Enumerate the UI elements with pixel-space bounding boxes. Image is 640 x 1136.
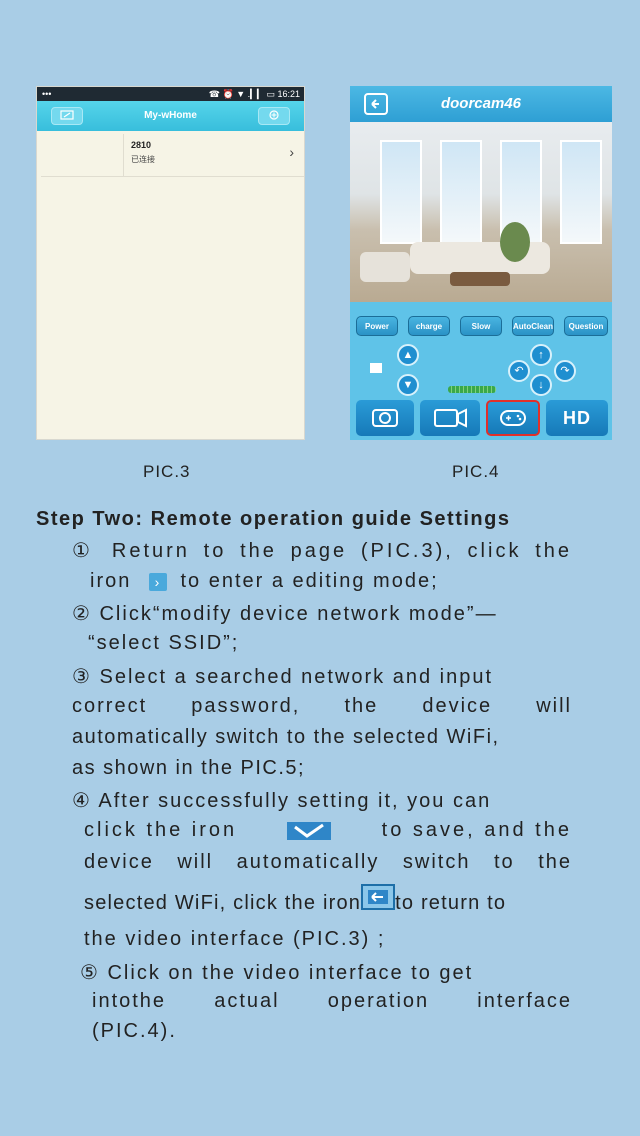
device-list-item[interactable]: 2810 已连接 ›: [41, 134, 304, 177]
status-dots: •••: [42, 89, 52, 99]
sofa-shape: [360, 252, 410, 282]
device-status: 已连接: [131, 155, 155, 164]
tilt-up-button[interactable]: ▲: [397, 344, 419, 366]
step3-line2: correct password, the device will: [72, 695, 572, 717]
step2-line1: ② Click“modify device network mode”—: [72, 603, 498, 625]
hd-label: HD: [563, 408, 591, 428]
step3-line3: automatically switch to the selected WiF…: [72, 726, 500, 748]
arrow-right-button[interactable]: ↷: [554, 360, 576, 382]
tool-power[interactable]: Power: [356, 316, 398, 336]
tool-charge[interactable]: charge: [408, 316, 450, 336]
step4-text-a: click the iron: [84, 819, 238, 841]
app-title-bar: My-wHome: [37, 101, 304, 131]
gamepad-icon: [500, 410, 526, 426]
window-shape: [380, 140, 422, 244]
chevron-right-icon: ›: [148, 572, 167, 591]
step4-text-c: selected WiFi, click the iron: [84, 892, 362, 914]
camera-video-feed: [350, 122, 612, 302]
caption-pic4: PIC.4: [452, 462, 500, 481]
table-shape: [450, 272, 510, 286]
arrow-up-button[interactable]: ↑: [530, 344, 552, 366]
step1-text-b: to enter a editing mode;: [180, 570, 439, 592]
tool-buttons: Power charge Slow AutoClean Question: [350, 316, 612, 336]
step5-line3: (PIC.4).: [92, 1020, 177, 1042]
window-shape: [440, 140, 482, 244]
video-camera-icon: [434, 408, 467, 428]
tool-slow[interactable]: Slow: [460, 316, 502, 336]
step5-line1: ⑤ Click on the video interface to get: [80, 962, 474, 984]
app-header: doorcam46: [350, 86, 612, 122]
checkmark-icon: [287, 821, 332, 840]
step5-line2: intothe actual operation interface: [92, 990, 572, 1012]
step1-line1: ① Return to the page (PIC.3), click the: [72, 540, 572, 562]
device-thumbnail: [41, 134, 124, 176]
step4-line1: ④ After successfully setting it, you can: [72, 790, 492, 812]
device-name: 2810: [131, 140, 152, 150]
snapshot-button[interactable]: [356, 400, 414, 436]
arrow-down-button[interactable]: ↓: [530, 374, 552, 396]
caption-pic3: PIC.3: [143, 462, 191, 481]
step3-line4: as shown in the PIC.5;: [72, 757, 306, 779]
step4-line3: device will automatically switch to the: [84, 851, 572, 873]
camera-small-icon: [370, 363, 382, 373]
battery-level-bar: [448, 386, 496, 393]
pic3-screenshot: ••• ☎ ⏰ ▼ .▎▎ ▭ 16:21 My-wHome 2810 已连接 …: [36, 86, 305, 440]
step4-line2: click the iron to save, and the: [84, 819, 572, 842]
window-shape: [560, 140, 602, 244]
pic4-screenshot: doorcam46 Power charge Slow AutoClean Qu…: [350, 86, 612, 440]
step4-text-d: to return to: [395, 892, 507, 914]
plant-shape: [500, 222, 530, 262]
tilt-down-button[interactable]: ▼: [397, 374, 419, 396]
step4-line4: selected WiFi, click the iron to return …: [84, 884, 506, 914]
step3-line1: ③ Select a searched network and input: [72, 666, 494, 688]
tool-autoclean[interactable]: AutoClean: [512, 316, 554, 336]
status-bar: ••• ☎ ⏰ ▼ .▎▎ ▭ 16:21: [37, 87, 304, 101]
camera-title: doorcam46: [440, 95, 522, 112]
step4-text-b: to save, and the: [381, 819, 572, 841]
step1-line2: iron › to enter a editing mode;: [90, 570, 439, 593]
record-button[interactable]: [420, 400, 480, 436]
arrow-left-button[interactable]: ↶: [508, 360, 530, 382]
add-icon: [269, 110, 279, 120]
status-icons: ☎ ⏰ ▼ .▎▎ ▭ 16:21: [208, 89, 300, 99]
step4-line5: the video interface (PIC.3) ;: [84, 928, 386, 950]
chevron-right-icon[interactable]: ›: [289, 144, 294, 160]
add-device-button[interactable]: [258, 107, 290, 125]
hd-button[interactable]: HD: [546, 400, 608, 436]
gamepad-button[interactable]: [486, 400, 540, 436]
back-arrow-icon: [361, 884, 396, 910]
step2-line2: “select SSID”;: [88, 632, 240, 654]
step1-text-a: iron: [90, 570, 132, 592]
tool-question[interactable]: Question: [564, 316, 608, 336]
camera-icon: [372, 409, 398, 427]
step-heading: Step Two: Remote operation guide Setting…: [36, 508, 511, 530]
